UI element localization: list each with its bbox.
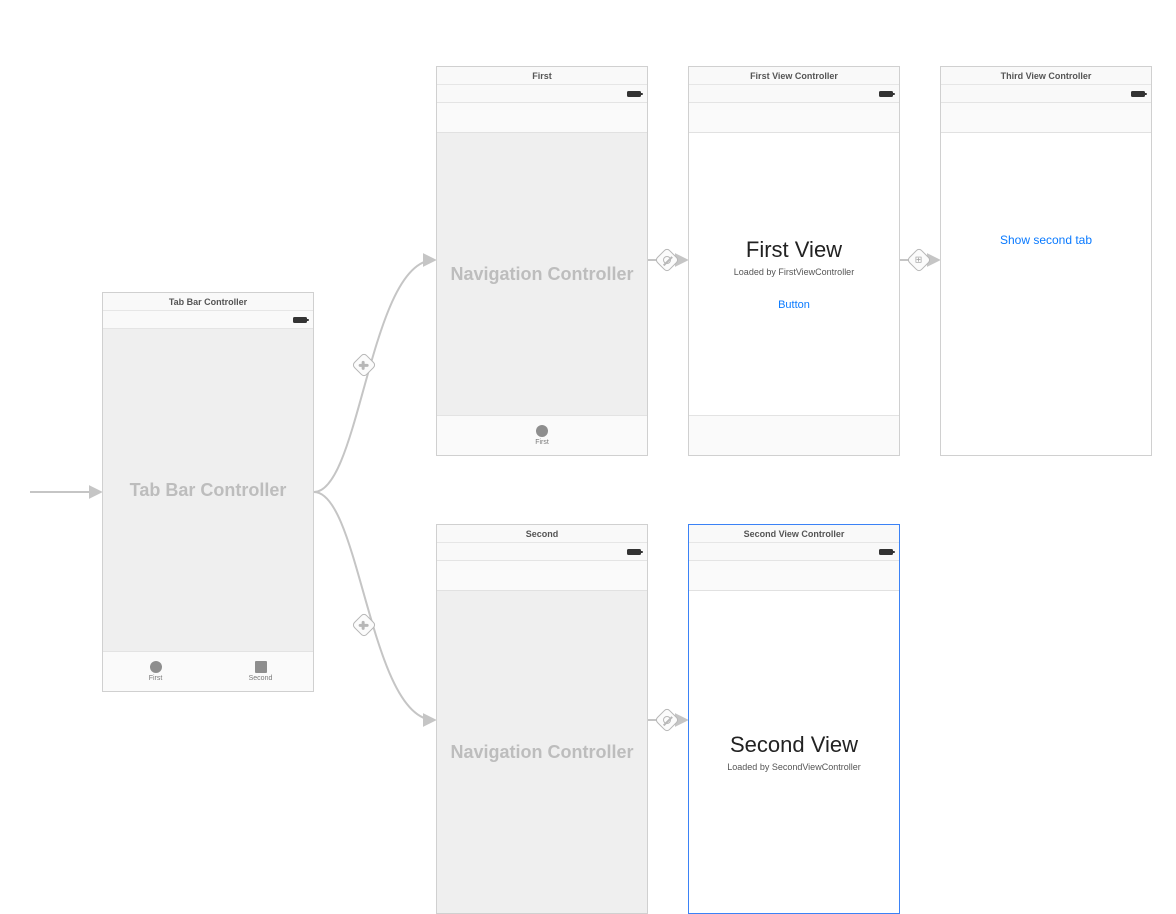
nav-bar bbox=[689, 103, 899, 133]
battery-icon bbox=[627, 549, 641, 555]
battery-icon bbox=[879, 549, 893, 555]
tab-item-label: Second bbox=[249, 675, 273, 682]
status-bar bbox=[941, 85, 1151, 103]
placeholder-label: Navigation Controller bbox=[450, 264, 633, 285]
button[interactable]: Button bbox=[778, 299, 810, 311]
tab-bar: First Second bbox=[103, 651, 313, 691]
battery-icon bbox=[293, 317, 307, 323]
scene-body: Navigation Controller bbox=[437, 133, 647, 415]
tab-item-first[interactable]: First bbox=[103, 652, 208, 691]
segue-badge-relationship-2[interactable] bbox=[351, 612, 376, 637]
view-subtitle: Loaded by SecondViewController bbox=[727, 762, 860, 772]
view-title: First View bbox=[746, 237, 842, 263]
placeholder-label: Navigation Controller bbox=[450, 742, 633, 763]
status-bar bbox=[437, 85, 647, 103]
nav-bar bbox=[689, 561, 899, 591]
placeholder-label: Tab Bar Controller bbox=[130, 480, 287, 501]
tab-bar: First bbox=[437, 415, 647, 455]
scene-title: First View Controller bbox=[689, 67, 899, 85]
scene-title: Second bbox=[437, 525, 647, 543]
battery-icon bbox=[627, 91, 641, 97]
nav-bar bbox=[437, 103, 647, 133]
scene-third-view-controller[interactable]: Third View Controller Show second tab bbox=[940, 66, 1152, 456]
circle-icon bbox=[150, 661, 162, 673]
segue-badge-relationship-1[interactable] bbox=[351, 352, 376, 377]
tab-item-first[interactable]: First bbox=[437, 416, 647, 455]
show-second-tab-button[interactable]: Show second tab bbox=[1000, 233, 1092, 247]
circle-icon bbox=[536, 425, 548, 437]
nav-bar bbox=[941, 103, 1151, 133]
scene-body: First View Loaded by FirstViewController… bbox=[689, 133, 899, 415]
scene-body: Tab Bar Controller bbox=[103, 329, 313, 651]
scene-body: Navigation Controller bbox=[437, 591, 647, 913]
storyboard-canvas[interactable]: ⊞ Tab Bar Controller Tab Bar Controller … bbox=[0, 0, 1176, 852]
segue-badge-root-1[interactable] bbox=[654, 247, 679, 272]
status-bar bbox=[689, 85, 899, 103]
scene-title: Tab Bar Controller bbox=[103, 293, 313, 311]
square-icon bbox=[255, 661, 267, 673]
scene-tab-bar-controller[interactable]: Tab Bar Controller Tab Bar Controller Fi… bbox=[102, 292, 314, 692]
tab-item-second[interactable]: Second bbox=[208, 652, 313, 691]
scene-title: Second View Controller bbox=[689, 525, 899, 543]
segue-badge-show[interactable]: ⊞ bbox=[906, 247, 931, 272]
tab-item-label: First bbox=[535, 439, 549, 446]
status-bar bbox=[437, 543, 647, 561]
scene-navigation-controller-second[interactable]: Second Navigation Controller bbox=[436, 524, 648, 914]
scene-title: First bbox=[437, 67, 647, 85]
tab-bar bbox=[689, 415, 899, 455]
scene-first-view-controller[interactable]: First View Controller First View Loaded … bbox=[688, 66, 900, 456]
nav-bar bbox=[437, 561, 647, 591]
status-bar bbox=[103, 311, 313, 329]
scene-navigation-controller-first[interactable]: First Navigation Controller First bbox=[436, 66, 648, 456]
scene-title: Third View Controller bbox=[941, 67, 1151, 85]
status-bar bbox=[689, 543, 899, 561]
segue-badge-root-2[interactable] bbox=[654, 707, 679, 732]
view-title: Second View bbox=[730, 732, 858, 758]
scene-body: Second View Loaded by SecondViewControll… bbox=[689, 591, 899, 913]
scene-second-view-controller[interactable]: Second View Controller Second View Loade… bbox=[688, 524, 900, 914]
scene-body: Show second tab bbox=[941, 133, 1151, 455]
view-subtitle: Loaded by FirstViewController bbox=[734, 267, 854, 277]
battery-icon bbox=[1131, 91, 1145, 97]
battery-icon bbox=[879, 91, 893, 97]
tab-item-label: First bbox=[149, 675, 163, 682]
